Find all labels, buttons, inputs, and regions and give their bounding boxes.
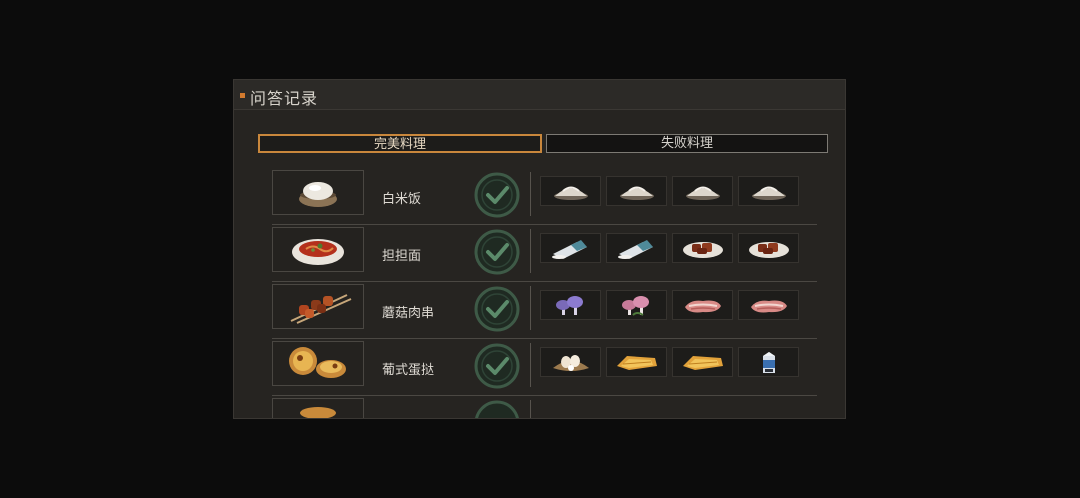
ingredient-slot[interactable] [738,233,799,263]
dish-name: 白米饭 [382,192,422,207]
pastry-icon [683,356,723,370]
dish-slot[interactable] [272,284,364,329]
rice-grain-icon [686,186,720,200]
row-divider [530,286,531,330]
record-row: 葡式蛋挞 [272,339,817,396]
row-divider [530,172,531,216]
ingredient-slot[interactable] [606,290,667,320]
ingredient-slot[interactable] [606,176,667,206]
ingredient-slot[interactable] [540,347,601,377]
record-row: 担担面 [272,225,817,282]
title-marker-icon [240,93,245,98]
ingredient-slot[interactable] [738,347,799,377]
check-circle-icon [474,286,520,332]
ingredient-slot[interactable] [672,347,733,377]
record-row: 白米饭 [272,168,817,225]
check-circle-icon [475,400,519,418]
braised-meat-icon [749,242,789,258]
pastry-icon [617,356,657,370]
rice-grain-icon [752,186,786,200]
quiz-record-panel: 问答记录 完美料理 失败料理 白米饭 担担面 蘑菇肉串 葡式蛋挞 [233,79,846,419]
ingredient-slot[interactable] [672,290,733,320]
ingredient-slot[interactable] [606,233,667,263]
rice-bowl-icon [299,182,337,207]
braised-meat-icon [683,242,723,258]
pink-mushroom-icon [622,296,649,316]
purple-mushroom-icon [556,296,583,315]
ingredient-slot[interactable] [672,233,733,263]
ingredient-slot[interactable] [540,176,601,206]
flour-bag-icon [552,240,587,259]
record-row-partial [272,396,817,418]
row-divider [530,343,531,387]
dish-icon [300,407,336,418]
tab-perfect-dishes[interactable]: 完美料理 [258,134,542,153]
row-divider [530,229,531,273]
check-circle-icon [474,229,520,275]
ingredient-slot[interactable] [738,176,799,206]
dish-name: 蘑菇肉串 [382,306,435,321]
ingredient-slot[interactable] [540,290,601,320]
check-circle-icon [474,343,520,389]
dish-name: 葡式蛋挞 [382,363,435,378]
row-divider [530,400,531,418]
record-list[interactable]: 白米饭 担担面 蘑菇肉串 葡式蛋挞 [272,168,817,418]
kebab-skewer-icon [290,294,352,324]
dish-slot[interactable] [272,398,364,418]
ingredient-slot[interactable] [606,347,667,377]
ingredient-slot[interactable] [672,176,733,206]
flour-bag-icon [618,240,653,259]
raw-meat-icon [751,300,787,313]
check-circle-icon [474,172,520,218]
noodle-bowl-icon [292,239,344,265]
ingredient-slot[interactable] [540,233,601,263]
dish-name: 担担面 [382,249,422,264]
ingredient-slot[interactable] [738,290,799,320]
tab-failed-dishes[interactable]: 失败料理 [546,134,828,153]
dish-slot[interactable] [272,227,364,272]
record-row: 蘑菇肉串 [272,282,817,339]
raw-meat-icon [685,300,721,313]
rice-grain-icon [554,186,588,200]
egg-tart-icon [289,347,346,378]
panel-header: 问答记录 [234,80,845,110]
dish-slot[interactable] [272,170,364,215]
eggs-nest-icon [553,355,589,371]
milk-carton-icon [763,352,775,373]
dish-slot[interactable] [272,341,364,386]
panel-title: 问答记录 [250,89,319,108]
rice-grain-icon [620,186,654,200]
